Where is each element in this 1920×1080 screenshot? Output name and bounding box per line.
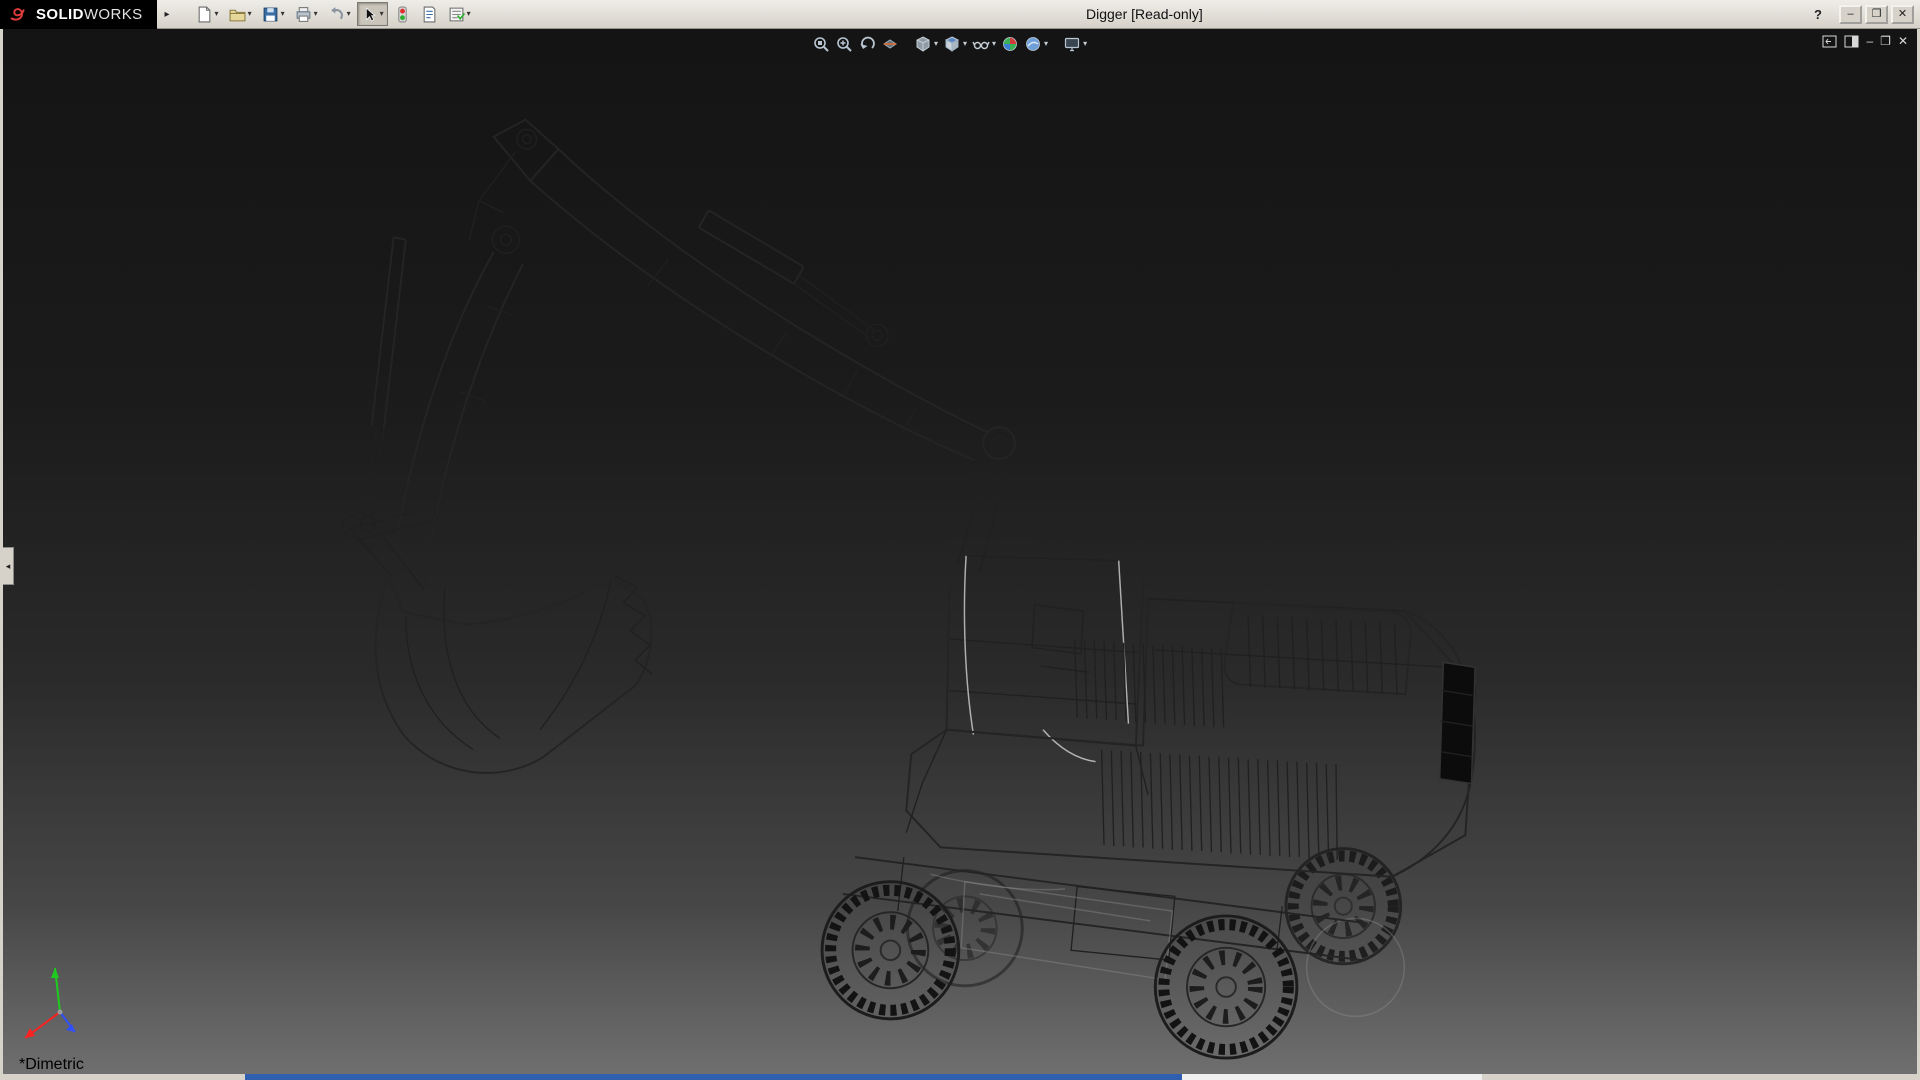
- doc-minimize-button[interactable]: –: [1866, 34, 1873, 48]
- section-view-icon: [881, 35, 899, 53]
- boom-group[interactable]: [469, 120, 1015, 573]
- options-dropdown-caret[interactable]: ▾: [467, 10, 471, 18]
- boom-cylinder-group[interactable]: [699, 210, 888, 346]
- options-icon: [448, 6, 465, 23]
- app-titlebar: SOLIDWORKS ▸ ▾ ▾ ▾: [0, 0, 1920, 29]
- print-icon: [295, 6, 312, 23]
- view-orientation-button[interactable]: ▾: [942, 34, 968, 54]
- taskbar-active-segment[interactable]: [245, 1074, 1182, 1080]
- brand-light: WORKS: [84, 6, 143, 23]
- display-style-button[interactable]: ▾: [913, 34, 939, 54]
- undercarriage-group[interactable]: [843, 857, 1368, 980]
- triad-y-arrow: [51, 968, 59, 978]
- apply-scene-caret[interactable]: ▾: [1044, 40, 1048, 48]
- display-style-caret[interactable]: ▾: [934, 40, 938, 48]
- triad-x-arrow: [25, 1028, 35, 1038]
- doc-restore-button[interactable]: ❐: [1880, 34, 1891, 48]
- undo-dropdown-caret[interactable]: ▾: [347, 10, 351, 18]
- brand-text: SOLIDWORKS: [36, 6, 143, 23]
- help-button[interactable]: ?: [1814, 7, 1822, 22]
- view-settings-caret[interactable]: ▾: [1083, 40, 1087, 48]
- undo-button[interactable]: ▾: [324, 2, 355, 26]
- stick-group[interactable]: [361, 226, 523, 590]
- open-folder-icon: [229, 6, 246, 23]
- zoom-to-area-icon: [835, 35, 853, 53]
- file-properties-button[interactable]: [417, 2, 442, 26]
- view-orientation-icon: [943, 35, 961, 53]
- bucket-group[interactable]: [376, 575, 653, 773]
- view-settings-button[interactable]: ▾: [1062, 34, 1088, 54]
- view-orientation-label: *Dimetric: [19, 1056, 84, 1074]
- window-restore-button[interactable]: ❐: [1865, 5, 1888, 24]
- print-button[interactable]: ▾: [291, 2, 322, 26]
- edit-appearance-button[interactable]: [1000, 34, 1020, 54]
- zoom-to-area-button[interactable]: [834, 34, 854, 54]
- wheel-ghost-outline: [1307, 918, 1405, 1016]
- apply-scene-icon: [1024, 35, 1042, 53]
- digger-wireframe-model[interactable]: [3, 29, 1917, 1074]
- main-toolbar: ▾ ▾ ▾ ▾: [192, 2, 475, 26]
- orientation-triad[interactable]: [15, 954, 107, 1048]
- window-controls: ? – ❐ ✕: [1814, 5, 1920, 24]
- view-orientation-caret[interactable]: ▾: [963, 40, 967, 48]
- graphics-area[interactable]: ▾ ▾ ▾: [0, 29, 1920, 1074]
- apply-scene-button[interactable]: ▾: [1023, 34, 1049, 54]
- section-view-button[interactable]: [880, 34, 900, 54]
- new-document-icon: [196, 6, 213, 23]
- undo-icon: [328, 6, 345, 23]
- heads-up-toolbar: ▾ ▾ ▾: [811, 34, 1088, 54]
- hide-show-items-button[interactable]: ▾: [971, 34, 997, 54]
- rebuild-traffic-light-icon: [394, 6, 411, 23]
- previous-view-button[interactable]: [857, 34, 877, 54]
- document-window-controls: – ❐ ✕: [1822, 34, 1908, 48]
- zoom-to-fit-icon: [812, 35, 830, 53]
- edit-appearance-icon: [1001, 35, 1019, 53]
- doc-close-button[interactable]: ✕: [1898, 34, 1908, 48]
- body-group[interactable]: [906, 599, 1475, 877]
- save-button[interactable]: ▾: [258, 2, 289, 26]
- select-dropdown-caret[interactable]: ▾: [380, 10, 384, 18]
- print-dropdown-caret[interactable]: ▾: [314, 10, 318, 18]
- zoom-to-fit-button[interactable]: [811, 34, 831, 54]
- previous-view-icon: [858, 35, 876, 53]
- pane-left-icon: [1822, 35, 1837, 48]
- rebuild-button[interactable]: [390, 2, 415, 26]
- open-dropdown-caret[interactable]: ▾: [248, 10, 252, 18]
- ds-swoosh-icon: [8, 3, 30, 25]
- taskbar-light-segment[interactable]: [1182, 1074, 1482, 1080]
- taskbar-strip: [0, 1074, 1920, 1080]
- front-left-wheel[interactable]: [822, 882, 959, 1019]
- new-document-button[interactable]: ▾: [192, 2, 223, 26]
- brand-bold: SOLID: [36, 6, 84, 23]
- open-button[interactable]: ▾: [225, 2, 256, 26]
- pane-left-button[interactable]: [1822, 35, 1837, 48]
- display-style-icon: [914, 35, 932, 53]
- window-close-button[interactable]: ✕: [1891, 5, 1914, 24]
- save-icon: [262, 6, 279, 23]
- select-button[interactable]: ▾: [357, 2, 388, 26]
- view-settings-icon: [1063, 35, 1081, 53]
- file-properties-icon: [421, 6, 438, 23]
- hide-show-items-icon: [972, 35, 990, 53]
- solidworks-logo: SOLIDWORKS: [0, 0, 157, 29]
- front-right-wheel[interactable]: [1155, 916, 1297, 1058]
- rear-right-wheel[interactable]: [1286, 849, 1401, 964]
- select-cursor-icon: [361, 6, 378, 23]
- pane-right-button[interactable]: [1844, 35, 1859, 48]
- hide-show-items-caret[interactable]: ▾: [992, 40, 996, 48]
- document-title: Digger [Read-only]: [475, 6, 1814, 22]
- triad-origin: [58, 1010, 63, 1015]
- panel-splitter-handle[interactable]: ◂: [3, 547, 14, 585]
- new-dropdown-caret[interactable]: ▾: [215, 10, 219, 18]
- options-button[interactable]: ▾: [444, 2, 475, 26]
- save-dropdown-caret[interactable]: ▾: [281, 10, 285, 18]
- menu-expand-icon[interactable]: ▸: [157, 9, 178, 20]
- pane-right-icon: [1844, 35, 1859, 48]
- window-minimize-button[interactable]: –: [1839, 5, 1862, 24]
